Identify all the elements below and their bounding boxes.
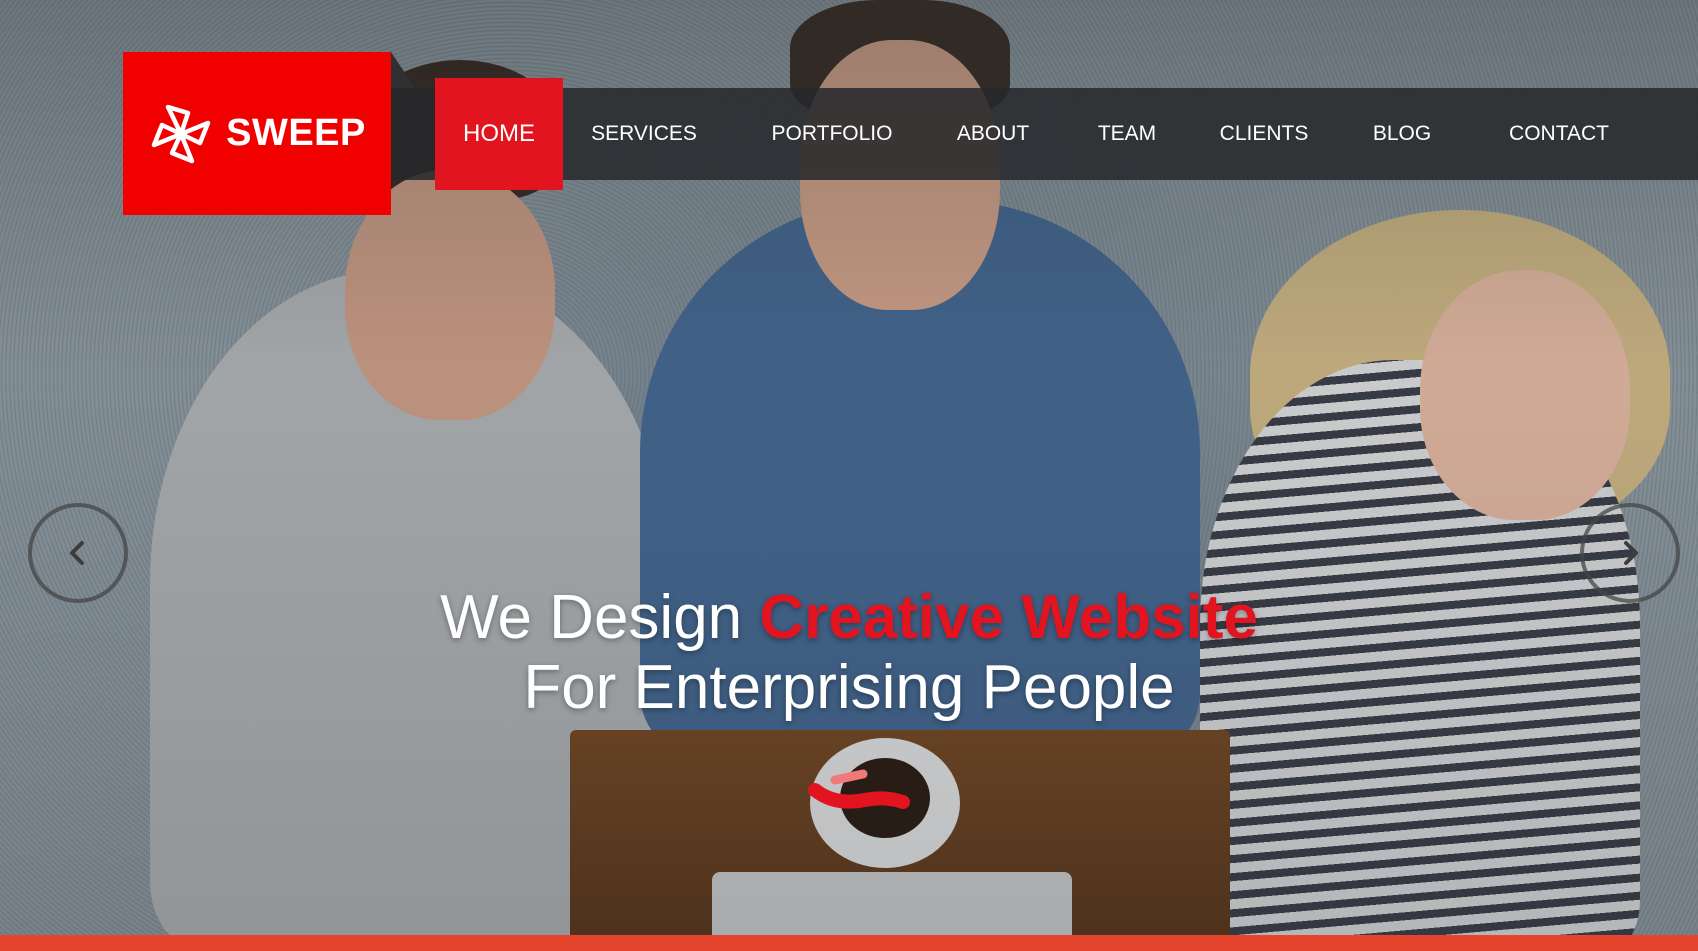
brand-logo[interactable]: SWEEP [123, 52, 391, 215]
chevron-left-icon [70, 541, 84, 565]
nav-item-services[interactable]: SERVICES [579, 88, 709, 180]
nav-item-clients[interactable]: CLIENTS [1209, 88, 1319, 180]
bottom-accent-bar [0, 935, 1698, 951]
nav-item-about[interactable]: ABOUT [944, 88, 1042, 180]
hero-headline-line1: We Design Creative Website [0, 582, 1698, 653]
scroll-down-icon[interactable] [805, 766, 915, 814]
nav-item-home[interactable]: HOME [435, 78, 563, 190]
hero-headline-accent: Creative Website [759, 583, 1258, 652]
nav-item-contact[interactable]: CONTACT [1487, 88, 1631, 180]
nav-item-team[interactable]: TEAM [1086, 88, 1168, 180]
nav-item-blog[interactable]: BLOG [1362, 88, 1442, 180]
hero-headline-prefix: We Design [440, 583, 743, 652]
chevron-right-icon [1624, 541, 1638, 565]
main-navigation: HOME SERVICES PORTFOLIO ABOUT TEAM CLIEN… [391, 78, 1698, 190]
nav-item-portfolio[interactable]: PORTFOLIO [758, 88, 906, 180]
brand-name: SWEEP [226, 112, 366, 154]
logo-tab-fold [391, 52, 415, 88]
pinwheel-logo-icon [151, 104, 211, 163]
hero-headline-line2: For Enterprising People [523, 653, 1175, 722]
